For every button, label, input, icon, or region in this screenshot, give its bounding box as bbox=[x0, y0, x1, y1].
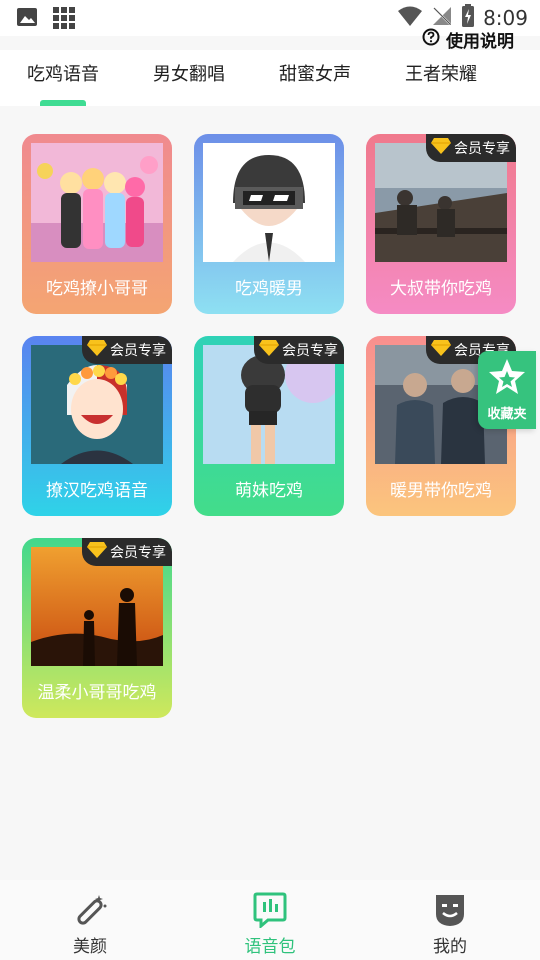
magic-wand-icon bbox=[72, 892, 108, 928]
vip-label: 会员专享 bbox=[454, 141, 510, 157]
card-thumbnail bbox=[203, 143, 335, 262]
card-title: 吃鸡暖男 bbox=[235, 279, 303, 299]
help-link[interactable]: 使用说明 bbox=[422, 27, 514, 52]
card-title: 吃鸡撩小哥哥 bbox=[46, 279, 148, 299]
tab-sweet-female[interactable]: 甜蜜女声 bbox=[279, 60, 351, 86]
nav-mine[interactable]: 我的 bbox=[390, 880, 510, 960]
voice-pack-card[interactable]: 吃鸡暖男 bbox=[194, 134, 344, 314]
card-title: 温柔小哥哥吃鸡 bbox=[37, 683, 157, 703]
bottom-nav: 美颜 语音包 我的 bbox=[0, 880, 540, 960]
active-tab-indicator bbox=[40, 100, 86, 106]
vip-badge: 会员专享 bbox=[82, 538, 172, 566]
vip-badge: 会员专享 bbox=[426, 134, 516, 162]
category-tab-bar: 吃鸡语音 男女翻唱 甜蜜女声 王者荣耀 bbox=[0, 50, 540, 106]
vip-label: 会员专享 bbox=[282, 343, 338, 359]
vip-badge: 会员专享 bbox=[254, 336, 344, 364]
nav-voice-pack[interactable]: 语音包 bbox=[210, 880, 330, 960]
diamond-icon bbox=[258, 339, 280, 361]
voice-pack-card[interactable]: 会员专享 撩汉吃鸡语音 bbox=[22, 336, 172, 516]
card-thumbnail bbox=[31, 143, 163, 262]
status-left-icons bbox=[16, 6, 76, 34]
grid-icon bbox=[52, 6, 76, 34]
voice-pack-card[interactable]: 会员专享 大叔带你吃鸡 bbox=[366, 134, 516, 314]
tab-duet-cover[interactable]: 男女翻唱 bbox=[153, 60, 225, 86]
star-icon bbox=[487, 357, 527, 401]
nav-label: 我的 bbox=[433, 937, 467, 957]
diamond-icon bbox=[86, 339, 108, 361]
voice-pack-card[interactable]: 吃鸡撩小哥哥 bbox=[22, 134, 172, 314]
diamond-icon bbox=[430, 137, 452, 159]
diamond-icon bbox=[86, 541, 108, 563]
vip-label: 会员专享 bbox=[110, 545, 166, 561]
diamond-icon bbox=[430, 339, 452, 361]
image-icon bbox=[16, 6, 38, 34]
tab-honor-of-kings[interactable]: 王者荣耀 bbox=[405, 60, 477, 86]
voice-pack-card[interactable]: 会员专享 萌妹吃鸡 bbox=[194, 336, 344, 516]
question-circle-icon bbox=[422, 28, 440, 51]
nav-label: 语音包 bbox=[244, 937, 296, 957]
nav-beauty[interactable]: 美颜 bbox=[30, 880, 150, 960]
favorites-label: 收藏夹 bbox=[487, 407, 527, 422]
help-label: 使用说明 bbox=[446, 32, 514, 52]
vip-label: 会员专享 bbox=[110, 343, 166, 359]
card-title: 撩汉吃鸡语音 bbox=[46, 481, 148, 501]
voice-pack-icon bbox=[252, 892, 288, 930]
card-title: 暖男带你吃鸡 bbox=[390, 481, 492, 501]
tab-chiji-voice[interactable]: 吃鸡语音 bbox=[27, 60, 99, 86]
nav-label: 美颜 bbox=[73, 937, 107, 957]
card-title: 萌妹吃鸡 bbox=[235, 481, 303, 501]
wifi-icon bbox=[397, 5, 423, 31]
card-title: 大叔带你吃鸡 bbox=[390, 279, 492, 299]
voice-pack-card[interactable]: 会员专享 温柔小哥哥吃鸡 bbox=[22, 538, 172, 718]
vip-badge: 会员专享 bbox=[82, 336, 172, 364]
favorites-button[interactable]: 收藏夹 bbox=[478, 351, 536, 429]
face-icon bbox=[432, 892, 468, 928]
